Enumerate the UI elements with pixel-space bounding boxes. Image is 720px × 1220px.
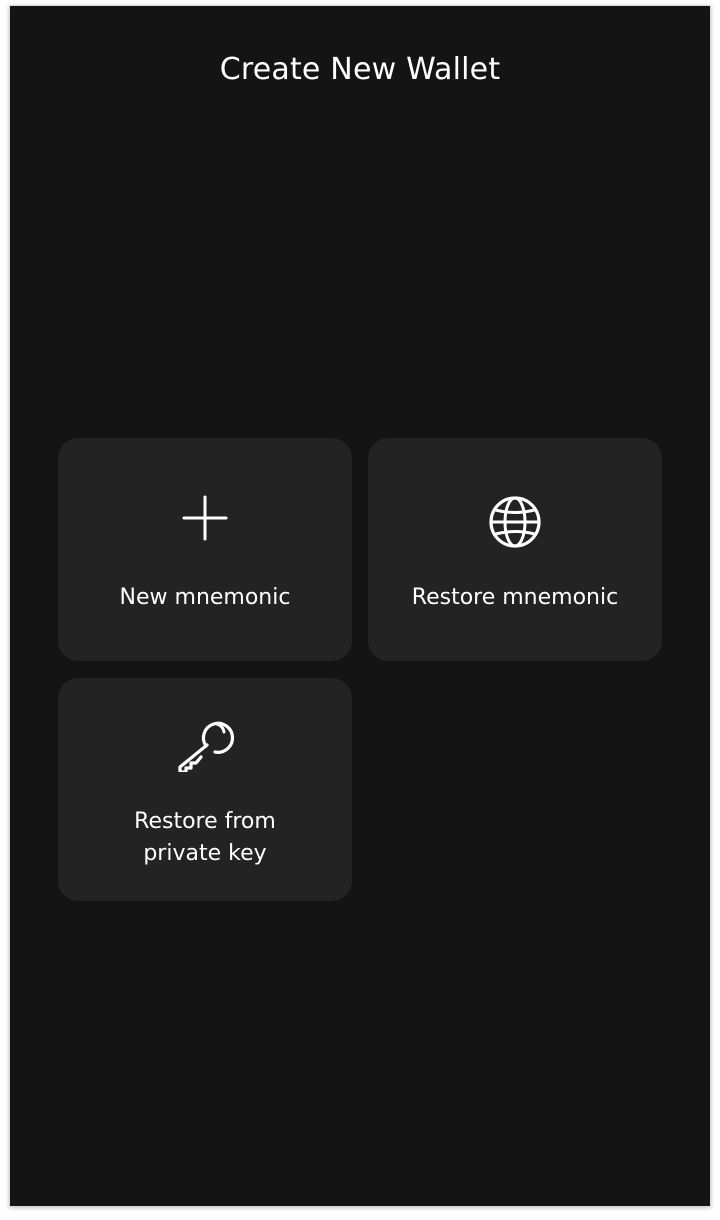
restore-mnemonic-button[interactable]: Restore mnemonic [368, 438, 662, 661]
restore-mnemonic-label: Restore mnemonic [411, 585, 619, 610]
key-icon [58, 712, 352, 772]
new-mnemonic-button[interactable]: New mnemonic [58, 438, 352, 661]
app-screen: Create New Wallet New mnemonic Restore m… [9, 5, 711, 1207]
restore-private-key-label-line2: private key [143, 841, 267, 866]
restore-private-key-label: Restore from private key [68, 806, 342, 870]
new-mnemonic-label: New mnemonic [119, 585, 291, 610]
restore-private-key-label-line1: Restore from [134, 809, 276, 834]
globe-icon [368, 494, 662, 550]
plus-icon [58, 494, 352, 542]
restore-private-key-button[interactable]: Restore from private key [58, 678, 352, 901]
page-title: Create New Wallet [219, 52, 501, 87]
